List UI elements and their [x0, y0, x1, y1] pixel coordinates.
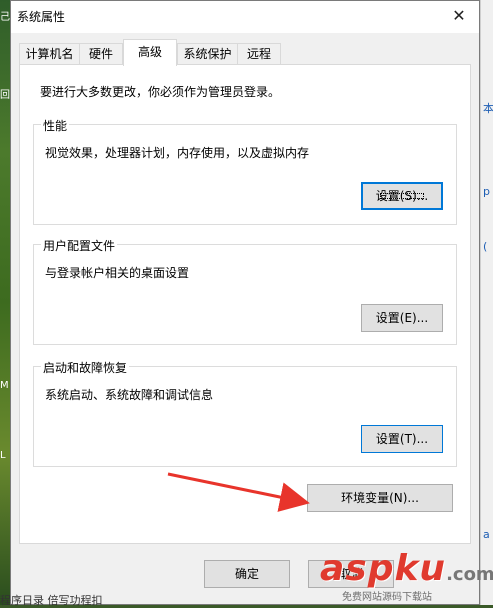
watermark-logo: aspku.com 免费网站源码下载站 — [320, 548, 493, 603]
watermark-text: aspku — [320, 548, 447, 589]
taskbar-fragment: 程序日录 倍写功程扣 — [0, 594, 103, 607]
annotation-arrow-icon — [167, 472, 310, 512]
tab-advanced[interactable]: 高级 — [123, 39, 177, 66]
watermark-subtitle: 免费网站源码下载站 — [342, 592, 432, 603]
watermark-tld: .com — [446, 564, 493, 585]
